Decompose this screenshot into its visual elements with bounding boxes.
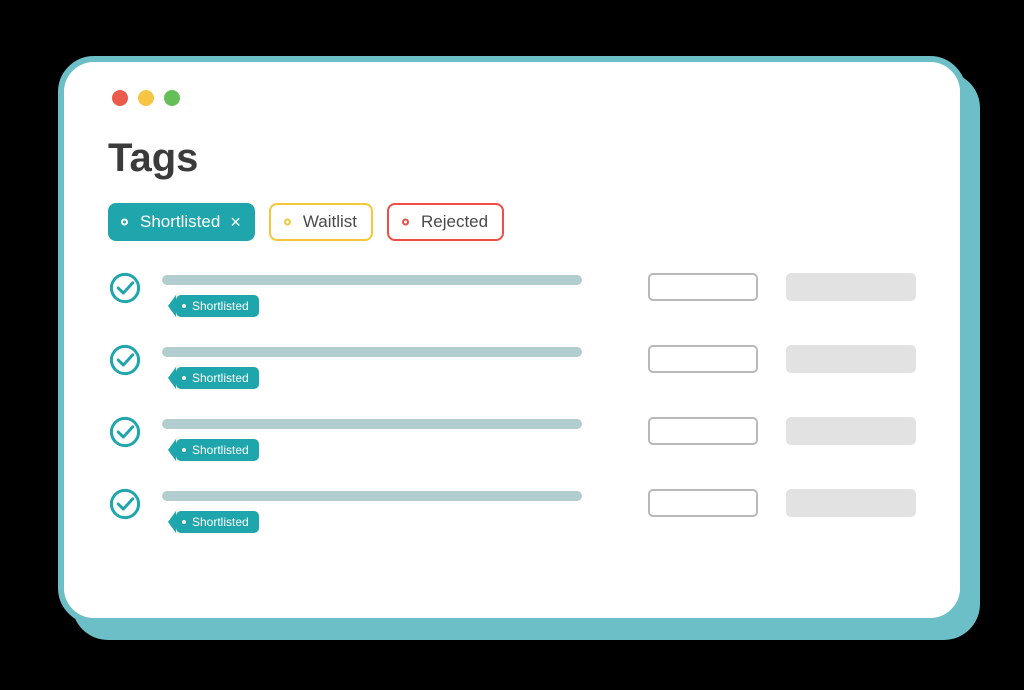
row-actions bbox=[648, 345, 916, 373]
maximize-icon[interactable] bbox=[164, 90, 180, 106]
traffic-lights bbox=[112, 90, 916, 106]
row-content: Shortlisted bbox=[162, 347, 588, 389]
tag-notch-icon bbox=[277, 203, 297, 241]
page-title: Tags bbox=[108, 136, 916, 181]
list-item: Shortlisted bbox=[108, 347, 916, 389]
row-actions bbox=[648, 417, 916, 445]
row-tag-shortlisted[interactable]: Shortlisted bbox=[176, 295, 259, 317]
placeholder-button[interactable] bbox=[786, 345, 916, 373]
tag-filter-waitlist[interactable]: Waitlist bbox=[269, 203, 373, 241]
check-circle-icon[interactable] bbox=[108, 343, 142, 377]
row-content: Shortlisted bbox=[162, 275, 588, 317]
row-tag-shortlisted[interactable]: Shortlisted bbox=[176, 439, 259, 461]
list-item: Shortlisted bbox=[108, 275, 916, 317]
minimize-icon[interactable] bbox=[138, 90, 154, 106]
placeholder-input[interactable] bbox=[648, 273, 758, 301]
tag-notch-icon bbox=[114, 203, 134, 241]
list-item: Shortlisted bbox=[108, 491, 916, 533]
placeholder-text-bar bbox=[162, 419, 582, 429]
row-tag-shortlisted[interactable]: Shortlisted bbox=[176, 367, 259, 389]
remove-tag-button[interactable]: × bbox=[230, 213, 241, 231]
placeholder-button[interactable] bbox=[786, 417, 916, 445]
tag-filter-label: Waitlist bbox=[297, 212, 357, 232]
tag-filter-rejected[interactable]: Rejected bbox=[387, 203, 504, 241]
app-window: Tags Shortlisted × Waitlist Rejected bbox=[58, 56, 966, 624]
tag-filter-bar: Shortlisted × Waitlist Rejected bbox=[108, 203, 916, 241]
placeholder-input[interactable] bbox=[648, 489, 758, 517]
tag-notch-icon bbox=[395, 203, 415, 241]
placeholder-button[interactable] bbox=[786, 273, 916, 301]
row-content: Shortlisted bbox=[162, 419, 588, 461]
row-actions bbox=[648, 489, 916, 517]
check-circle-icon[interactable] bbox=[108, 415, 142, 449]
tag-dot-icon bbox=[182, 304, 186, 308]
item-list: Shortlisted Shortlisted bbox=[108, 275, 916, 533]
tag-dot-icon bbox=[182, 448, 186, 452]
placeholder-text-bar bbox=[162, 491, 582, 501]
tag-filter-label: Shortlisted bbox=[134, 212, 220, 232]
tag-dot-icon bbox=[182, 520, 186, 524]
row-actions bbox=[648, 273, 916, 301]
tag-dot-icon bbox=[182, 376, 186, 380]
close-icon[interactable] bbox=[112, 90, 128, 106]
placeholder-text-bar bbox=[162, 347, 582, 357]
check-circle-icon[interactable] bbox=[108, 487, 142, 521]
check-circle-icon[interactable] bbox=[108, 271, 142, 305]
tag-filter-label: Rejected bbox=[415, 212, 488, 232]
row-tag-label: Shortlisted bbox=[192, 443, 249, 457]
row-tag-label: Shortlisted bbox=[192, 299, 249, 313]
row-tag-label: Shortlisted bbox=[192, 515, 249, 529]
list-item: Shortlisted bbox=[108, 419, 916, 461]
row-tag-shortlisted[interactable]: Shortlisted bbox=[176, 511, 259, 533]
placeholder-input[interactable] bbox=[648, 345, 758, 373]
tag-filter-shortlisted[interactable]: Shortlisted × bbox=[108, 203, 255, 241]
placeholder-text-bar bbox=[162, 275, 582, 285]
placeholder-button[interactable] bbox=[786, 489, 916, 517]
row-tag-label: Shortlisted bbox=[192, 371, 249, 385]
row-content: Shortlisted bbox=[162, 491, 588, 533]
placeholder-input[interactable] bbox=[648, 417, 758, 445]
